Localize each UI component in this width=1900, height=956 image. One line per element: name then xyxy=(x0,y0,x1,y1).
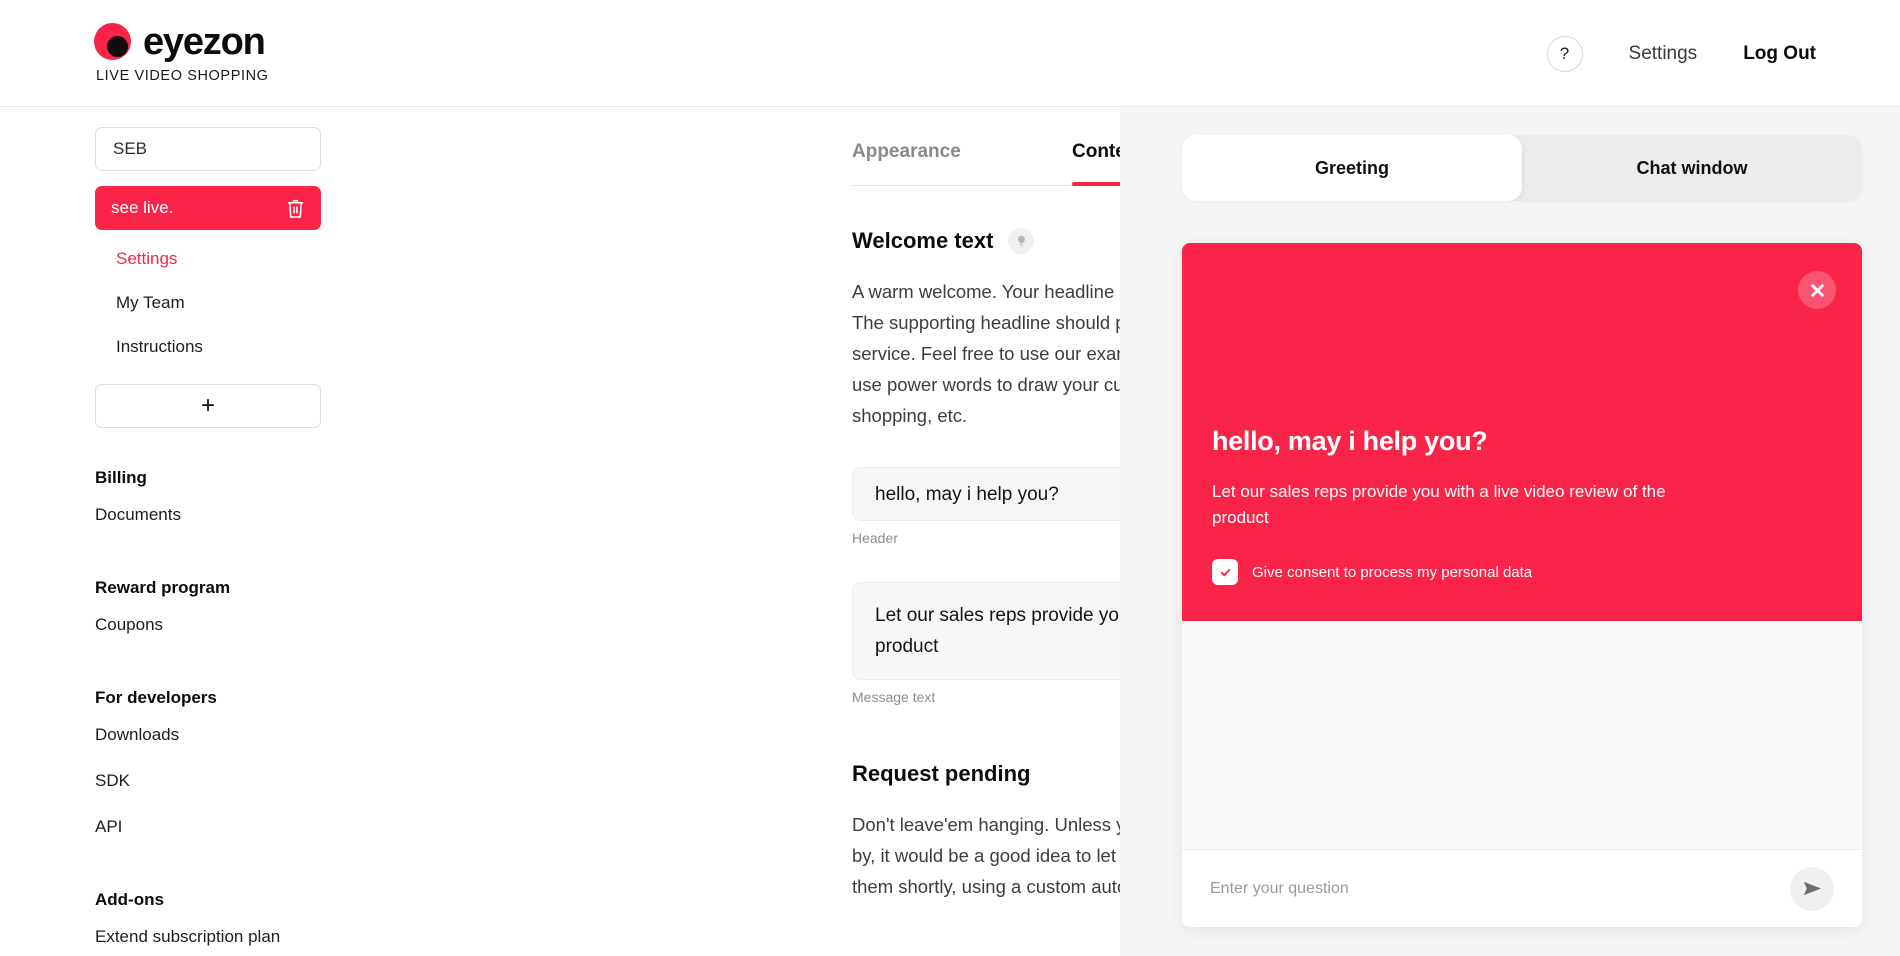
preview-tab-greeting[interactable]: Greeting xyxy=(1182,135,1522,201)
consent-label: Give consent to process my personal data xyxy=(1252,563,1533,581)
brand-logo[interactable]: eyezon LIVE VIDEO SHOPPING xyxy=(94,23,269,84)
sidebar: SEB see live. Settings My Team Instructi… xyxy=(0,107,412,956)
preview-tab-chat-window[interactable]: Chat window xyxy=(1522,135,1862,201)
sidebar-item-api[interactable]: API xyxy=(95,804,317,850)
preview-tabs: Greeting Chat window xyxy=(1182,135,1862,201)
widget-title: hello, may i help you? xyxy=(1212,426,1488,456)
sidebar-item-instructions[interactable]: Instructions xyxy=(95,325,317,369)
sidebar-group-for-developers: For developers xyxy=(95,688,217,707)
welcome-text-description: A warm welcome. Your headline should be … xyxy=(852,281,1120,426)
tab-content[interactable]: Content xyxy=(1072,129,1120,186)
trash-icon[interactable] xyxy=(286,198,305,219)
consent-checkbox[interactable] xyxy=(1212,559,1238,585)
widget-consent-row: Give consent to process my personal data xyxy=(1212,559,1832,585)
header-settings-link[interactable]: Settings xyxy=(1629,43,1698,65)
widget-message-area xyxy=(1182,621,1862,849)
section-divider xyxy=(852,705,1120,761)
request-pending-header: Request pending xyxy=(852,761,1120,787)
sidebar-item-my-team[interactable]: My Team xyxy=(95,281,317,325)
header-logout-link[interactable]: Log Out xyxy=(1743,43,1816,65)
tab-appearance[interactable]: Appearance xyxy=(852,129,1072,185)
widget-question-input[interactable]: Enter your question xyxy=(1210,880,1349,898)
sidebar-item-sdk[interactable]: SDK xyxy=(95,758,317,804)
header-input[interactable]: hello, may i help you? xyxy=(852,467,1120,521)
welcome-text-header: Welcome text xyxy=(852,228,1120,254)
app-root: eyezon LIVE VIDEO SHOPPING ? Settings Lo… xyxy=(0,0,1900,956)
welcome-text-title: Welcome text xyxy=(852,228,994,253)
widget-input-bar: Enter your question xyxy=(1182,849,1862,927)
brand-name: eyezon xyxy=(143,20,266,63)
content-tabs: Appearance Content Templates for request… xyxy=(852,129,1120,186)
settings-form: Welcome text A warm welcome. Your headli… xyxy=(852,186,1120,902)
request-pending-title: Request pending xyxy=(852,761,1031,786)
sidebar-item-settings[interactable]: Settings xyxy=(95,237,317,281)
sidebar-item-extend-subscription-plan[interactable]: Extend subscription plan xyxy=(95,914,317,956)
send-icon[interactable] xyxy=(1790,866,1834,911)
request-pending-description: Don't leave'em hanging. Unless you have … xyxy=(852,814,1120,897)
lightbulb-icon[interactable] xyxy=(1008,228,1035,254)
brand-row: eyezon xyxy=(94,23,269,61)
widget-subtitle: Let our sales reps provide you with a li… xyxy=(1212,482,1666,527)
body-wrapper: SEB see live. Settings My Team Instructi… xyxy=(0,107,1900,956)
main-content: Appearance Content Templates for request… xyxy=(412,107,1120,956)
sidebar-group-reward-program: Reward program xyxy=(95,578,231,597)
header-input-meta: Header 22/50 xyxy=(852,530,1120,546)
brand-tagline: LIVE VIDEO SHOPPING xyxy=(96,67,269,84)
add-project-button[interactable]: + xyxy=(95,384,321,428)
header-actions: ? Settings Log Out xyxy=(1546,0,1816,107)
site-name-input[interactable]: SEB xyxy=(95,127,321,171)
widget-greeting-area: hello, may i help you? Let our sales rep… xyxy=(1182,243,1862,621)
help-icon[interactable]: ? xyxy=(1546,35,1583,72)
sidebar-item-coupons[interactable]: Coupons xyxy=(95,602,317,648)
message-text-input[interactable]: Let our sales reps provide you with a li… xyxy=(852,582,1120,680)
sidebar-group-billing: Billing xyxy=(95,468,147,487)
message-text-meta: Message text 70/70 xyxy=(852,689,1120,705)
app-header: eyezon LIVE VIDEO SHOPPING ? Settings Lo… xyxy=(0,0,1900,107)
project-see-live[interactable]: see live. xyxy=(95,186,321,230)
preview-panel: Greeting Chat window hello, may i help y… xyxy=(1120,107,1900,956)
eye-logo-icon xyxy=(94,23,131,60)
sidebar-inner: SEB see live. Settings My Team Instructi… xyxy=(0,127,412,956)
sidebar-item-downloads[interactable]: Downloads xyxy=(95,712,317,758)
header-input-label: Header xyxy=(852,530,898,546)
close-icon[interactable] xyxy=(1798,271,1836,309)
widget-preview: hello, may i help you? Let our sales rep… xyxy=(1182,243,1862,927)
sidebar-group-add-ons: Add-ons xyxy=(95,890,164,909)
sidebar-item-documents[interactable]: Documents xyxy=(95,492,317,538)
project-label: see live. xyxy=(111,198,174,217)
message-text-label: Message text xyxy=(852,689,936,705)
